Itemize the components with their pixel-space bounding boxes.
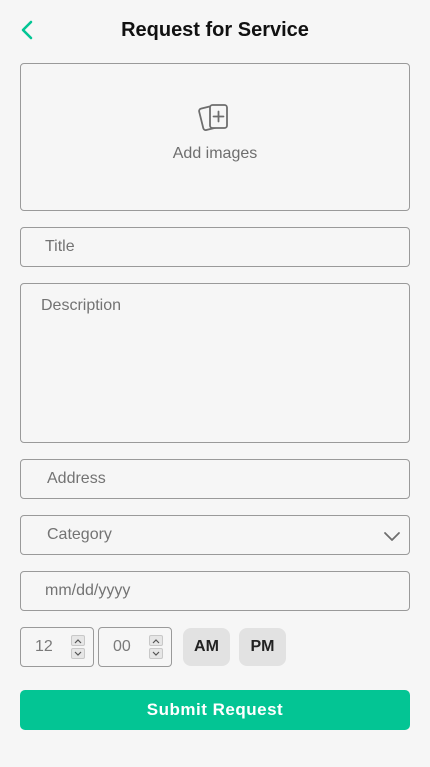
page-title: Request for Service <box>121 19 309 41</box>
category-selected-value: Category <box>47 526 112 543</box>
title-input[interactable]: Title <box>20 227 410 267</box>
hour-increment-button[interactable] <box>71 635 85 646</box>
address-input[interactable]: Address <box>20 459 410 499</box>
add-images-dropzone[interactable]: Add images <box>20 63 410 211</box>
hour-spinner <box>71 635 85 659</box>
hour-decrement-button[interactable] <box>71 648 85 659</box>
chevron-up-icon <box>74 638 82 643</box>
chevron-down-icon <box>152 651 160 656</box>
minute-value: 00 <box>113 638 131 655</box>
minute-spinner <box>149 635 163 659</box>
chevron-up-icon <box>152 638 160 643</box>
chevron-down-icon <box>74 651 82 656</box>
date-input[interactable]: mm/dd/yyyy <box>20 571 410 611</box>
minute-increment-button[interactable] <box>149 635 163 646</box>
chevron-down-icon <box>384 532 400 541</box>
minute-decrement-button[interactable] <box>149 648 163 659</box>
hour-stepper[interactable]: 12 <box>20 627 94 667</box>
description-textarea[interactable]: Description <box>20 283 410 443</box>
pm-button[interactable]: PM <box>239 628 286 666</box>
am-button[interactable]: AM <box>183 628 230 666</box>
header: Request for Service <box>0 10 430 50</box>
add-image-cards-icon <box>198 101 232 135</box>
minute-stepper[interactable]: 00 <box>98 627 172 667</box>
submit-request-button[interactable]: Submit Request <box>20 690 410 730</box>
category-select[interactable]: Category <box>20 515 410 555</box>
add-images-label: Add images <box>172 145 258 162</box>
hour-value: 12 <box>35 638 53 655</box>
